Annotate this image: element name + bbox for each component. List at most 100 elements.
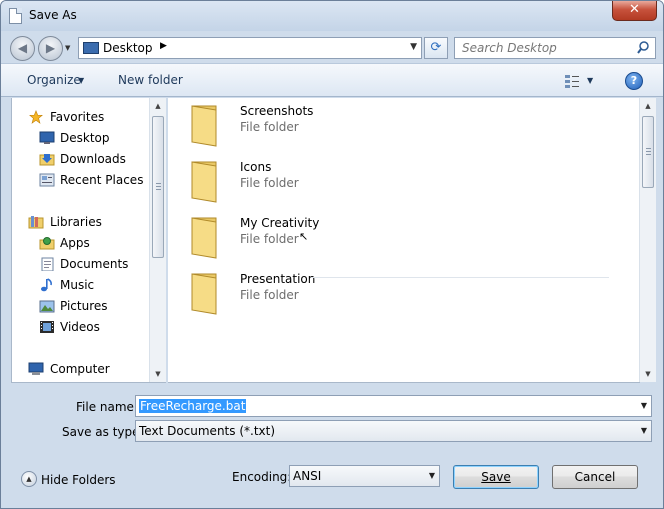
file-name-label: File name:: [76, 400, 138, 414]
search-icon[interactable]: [637, 41, 649, 55]
search-input[interactable]: Search Desktop: [454, 37, 656, 59]
organize-button[interactable]: Organize: [27, 73, 81, 87]
sidebar-item-libraries[interactable]: Libraries: [12, 212, 152, 232]
sidebar-item-recent-places[interactable]: Recent Places: [12, 170, 152, 190]
sidebar-item-label: Recent Places: [60, 173, 144, 187]
file-name: My Creativity: [240, 216, 320, 230]
sidebar-item-label: Desktop: [60, 131, 110, 145]
videos-icon: [40, 321, 54, 333]
sidebar-item-label: Videos: [60, 320, 100, 334]
chevron-down-icon[interactable]: ▼: [78, 76, 84, 85]
view-options-icon[interactable]: [564, 74, 580, 88]
star-icon: [29, 110, 43, 124]
sidebar-item-documents[interactable]: Documents: [12, 254, 152, 274]
hide-folders-toggle-icon[interactable]: ▲: [21, 471, 37, 487]
list-item[interactable]: Presentation File folder: [188, 266, 608, 318]
scroll-down-arrow-icon[interactable]: ▼: [640, 366, 656, 382]
sidebar-item-videos[interactable]: Videos: [12, 317, 152, 337]
cancel-button[interactable]: Cancel: [552, 465, 638, 489]
help-icon[interactable]: ?: [625, 72, 643, 90]
view-dropdown[interactable]: ▼: [587, 76, 593, 85]
scroll-down-arrow-icon[interactable]: ▼: [150, 366, 166, 382]
file-name: Presentation: [240, 272, 316, 286]
save-type-label: Save as type:: [62, 425, 144, 439]
new-folder-button[interactable]: New folder: [118, 73, 183, 87]
scroll-up-arrow-icon[interactable]: ▲: [150, 98, 166, 114]
notepad-document-icon: [9, 8, 22, 24]
encoding-value: ANSI: [293, 469, 322, 483]
folder-icon: [191, 273, 217, 315]
sidebar-item-label: Favorites: [50, 110, 105, 124]
chevron-down-icon[interactable]: ▼: [641, 401, 647, 410]
file-type: File folder: [240, 232, 299, 246]
navigation-pane: Favorites Desktop Downloads Recent Place…: [11, 98, 166, 383]
folder-icon: [191, 105, 217, 147]
pictures-icon: [39, 300, 55, 313]
save-button[interactable]: Save: [453, 465, 539, 489]
file-name: Screenshots: [240, 104, 314, 118]
address-location[interactable]: Desktop: [103, 41, 153, 55]
recent-locations-dropdown[interactable]: ▼: [65, 44, 70, 52]
sidebar-item-music[interactable]: Music: [12, 275, 152, 295]
save-button-label: Save: [481, 470, 511, 484]
command-bar: Organize ▼ New folder ▼ ?: [1, 63, 663, 97]
address-dropdown[interactable]: ▼: [410, 42, 417, 52]
close-button[interactable]: ✕: [612, 1, 657, 21]
forward-button[interactable]: ▶: [38, 36, 63, 61]
divider: [311, 277, 609, 278]
encoding-select[interactable]: ANSI ▼: [289, 465, 440, 487]
folder-icon: [191, 217, 217, 259]
folder-icon: [191, 161, 217, 203]
address-bar[interactable]: Desktop ▶ ▼: [78, 37, 422, 59]
chevron-down-icon[interactable]: ▼: [641, 426, 647, 435]
encoding-label: Encoding:: [232, 470, 292, 484]
refresh-button[interactable]: ⟳: [424, 37, 448, 59]
file-list-scrollbar[interactable]: ▲ ▼: [639, 98, 656, 382]
music-icon: [41, 278, 52, 292]
scroll-up-arrow-icon[interactable]: ▲: [640, 98, 656, 114]
libraries-icon: [28, 216, 44, 229]
scrollbar-thumb[interactable]: [152, 116, 164, 258]
apps-icon: [39, 237, 55, 250]
list-item[interactable]: My Creativity File folder: [188, 210, 608, 262]
sidebar-item-label: Computer: [50, 362, 110, 376]
save-type-select[interactable]: Text Documents (*.txt) ▼: [135, 420, 652, 442]
file-type: File folder: [240, 288, 299, 302]
sidebar-item-computer[interactable]: Computer: [12, 359, 152, 379]
save-as-dialog: Save As ✕ ◀ ▶ ▼ Desktop ▶ ▼ ⟳ Search Des…: [0, 0, 664, 509]
file-name: Icons: [240, 160, 272, 174]
sidebar-item-downloads[interactable]: Downloads: [12, 149, 152, 169]
list-item[interactable]: Screenshots File folder: [188, 98, 608, 150]
title-bar[interactable]: Save As ✕: [1, 1, 663, 31]
save-type-value: Text Documents (*.txt): [139, 424, 276, 438]
sidebar-item-desktop[interactable]: Desktop: [12, 128, 152, 148]
sidebar-item-pictures[interactable]: Pictures: [12, 296, 152, 316]
file-name-value: FreeRecharge.bat: [139, 399, 247, 413]
sidebar-item-label: Pictures: [60, 299, 108, 313]
sidebar-item-label: Apps: [60, 236, 90, 250]
file-name-field[interactable]: FreeRecharge.bat ▼: [135, 395, 652, 417]
desktop-icon: [39, 131, 55, 144]
sidebar-item-label: Downloads: [60, 152, 126, 166]
hide-folders-button[interactable]: Hide Folders: [41, 473, 116, 487]
mouse-cursor-icon: ↖: [299, 230, 309, 243]
desktop-location-icon: [83, 42, 99, 54]
sidebar-item-favorites[interactable]: Favorites: [12, 107, 152, 127]
sidebar-item-label: Documents: [60, 257, 129, 271]
scrollbar-thumb[interactable]: [642, 116, 654, 188]
file-type: File folder: [240, 120, 299, 134]
sidebar-item-label: Music: [60, 278, 95, 292]
breadcrumb-separator[interactable]: ▶: [160, 41, 167, 51]
back-button[interactable]: ◀: [10, 36, 35, 61]
recent-places-icon: [39, 173, 55, 187]
file-type: File folder: [240, 176, 299, 190]
sidebar-item-label: Libraries: [50, 215, 102, 229]
search-placeholder: Search Desktop: [462, 41, 557, 55]
computer-icon: [28, 362, 44, 375]
documents-icon: [41, 257, 54, 271]
navigation-pane-scrollbar[interactable]: ▲ ▼: [149, 98, 166, 382]
chevron-down-icon[interactable]: ▼: [429, 471, 435, 480]
sidebar-item-apps[interactable]: Apps: [12, 233, 152, 253]
list-item[interactable]: Icons File folder: [188, 154, 608, 206]
downloads-icon: [39, 154, 55, 166]
